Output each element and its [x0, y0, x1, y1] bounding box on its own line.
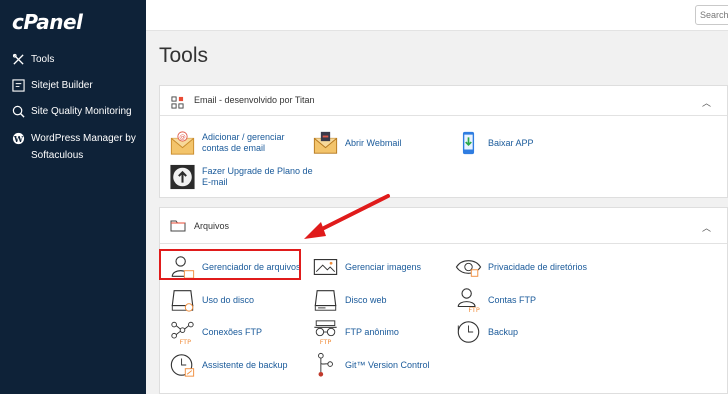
svg-text:FTP: FTP	[180, 338, 192, 345]
folder-icon	[170, 220, 186, 232]
tool-backup-wizard[interactable]: Assistente de backup	[169, 352, 288, 378]
highlight-box	[159, 249, 301, 280]
tool-upgrade-email-plan[interactable]: Fazer Upgrade de Plano de E-mail	[169, 164, 314, 190]
email-panel: Email - desenvolvido por Titan ︿ @ Adici…	[159, 85, 728, 198]
sidebar-item-site-quality[interactable]: Site Quality Monitoring	[12, 103, 132, 120]
sidebar-item-label: Sitejet Builder	[31, 80, 93, 91]
tool-label: FTP anônimo	[345, 326, 399, 337]
tool-anonymous-ftp[interactable]: FTP FTP anônimo	[312, 319, 399, 345]
sitejet-icon	[12, 79, 25, 92]
wordpress-icon: W	[13, 132, 25, 145]
backup-wizard-icon	[170, 354, 195, 377]
tool-add-email-accounts[interactable]: @ Adicionar / gerenciar contas de email	[169, 130, 310, 156]
svg-text:W: W	[13, 134, 24, 144]
backup-icon	[457, 321, 480, 343]
tool-git-version-control[interactable]: Git™ Version Control	[312, 352, 430, 378]
tool-label: Conexões FTP	[202, 326, 263, 337]
sidebar-item-tools[interactable]: Tools	[12, 51, 54, 68]
magnifier-icon	[12, 105, 25, 118]
chevron-up-icon[interactable]: ︿	[702, 96, 711, 109]
tool-label: Backup	[488, 326, 519, 337]
tool-label: Abrir Webmail	[345, 137, 402, 148]
tool-label: Uso do disco	[202, 294, 255, 305]
page-title: Tools	[159, 44, 209, 67]
apps-grid-icon	[171, 96, 184, 109]
tool-label: Disco web	[345, 294, 387, 305]
files-panel: Arquivos ︿ Gerenciador de arquivos Geren…	[159, 207, 728, 394]
ftp-accounts-icon: FTP	[457, 288, 480, 313]
tool-web-disk[interactable]: Disco web	[312, 287, 387, 313]
tool-label: Adicionar / gerenciar contas de email	[202, 132, 285, 153]
webmail-icon	[313, 131, 338, 154]
email-panel-title: Email - desenvolvido por Titan	[194, 95, 315, 105]
svg-text:FTP: FTP	[320, 338, 332, 345]
search-input[interactable]	[695, 5, 728, 25]
svg-text:FTP: FTP	[468, 306, 480, 313]
tool-ftp-connections[interactable]: FTP Conexões FTP	[169, 319, 262, 345]
tool-manage-images[interactable]: Gerenciar imagens	[312, 254, 421, 280]
tool-label: Gerenciar imagens	[345, 261, 422, 272]
tool-label: Git™ Version Control	[345, 359, 430, 370]
top-bar	[146, 0, 728, 31]
tool-disk-usage[interactable]: Uso do disco	[169, 287, 254, 313]
phone-download-icon	[462, 131, 475, 155]
eye-icon	[455, 260, 482, 277]
cpanel-logo[interactable]: cPanel	[12, 10, 83, 34]
ftp-connections-icon: FTP	[171, 321, 194, 345]
disk-usage-icon	[171, 290, 194, 312]
sidebar-item-wordpress[interactable]: W WordPress Manager by Softaculous	[12, 130, 142, 164]
chevron-up-icon[interactable]: ︿	[702, 221, 711, 234]
tools-icon	[12, 53, 24, 65]
tool-backup[interactable]: Backup	[455, 319, 518, 345]
annotation-arrow-icon	[304, 194, 390, 239]
tool-label: Baixar APP	[488, 137, 534, 148]
tool-download-app[interactable]: Baixar APP	[455, 130, 534, 156]
sidebar: cPanel Tools Sitejet Builder Site Qualit…	[0, 0, 146, 394]
tool-label: Privacidade de diretórios	[488, 261, 588, 272]
sidebar-item-label: Tools	[31, 54, 55, 65]
email-envelope-icon: @	[170, 131, 195, 155]
images-icon	[313, 259, 338, 275]
tool-label: Fazer Upgrade de Plano de E-mail	[202, 166, 313, 187]
tool-ftp-accounts[interactable]: FTP Contas FTP	[455, 287, 536, 313]
tool-label: Assistente de backup	[202, 359, 288, 370]
tool-label: Contas FTP	[488, 294, 537, 305]
web-disk-icon	[314, 290, 337, 311]
svg-text:@: @	[179, 133, 186, 141]
files-panel-header[interactable]: Arquivos ︿	[160, 208, 727, 244]
tool-directory-privacy[interactable]: Privacidade de diretórios	[455, 254, 587, 280]
anonymous-ftp-icon: FTP	[314, 320, 337, 345]
git-icon	[318, 352, 333, 377]
sidebar-item-label: Site Quality Monitoring	[31, 106, 132, 117]
email-panel-header[interactable]: Email - desenvolvido por Titan ︿	[160, 86, 727, 116]
upgrade-icon	[170, 164, 195, 190]
files-panel-title: Arquivos	[194, 221, 230, 231]
sidebar-item-label: WordPress Manager by Softaculous	[31, 133, 136, 161]
sidebar-item-sitejet[interactable]: Sitejet Builder	[12, 77, 93, 94]
tool-open-webmail[interactable]: Abrir Webmail	[312, 130, 401, 156]
